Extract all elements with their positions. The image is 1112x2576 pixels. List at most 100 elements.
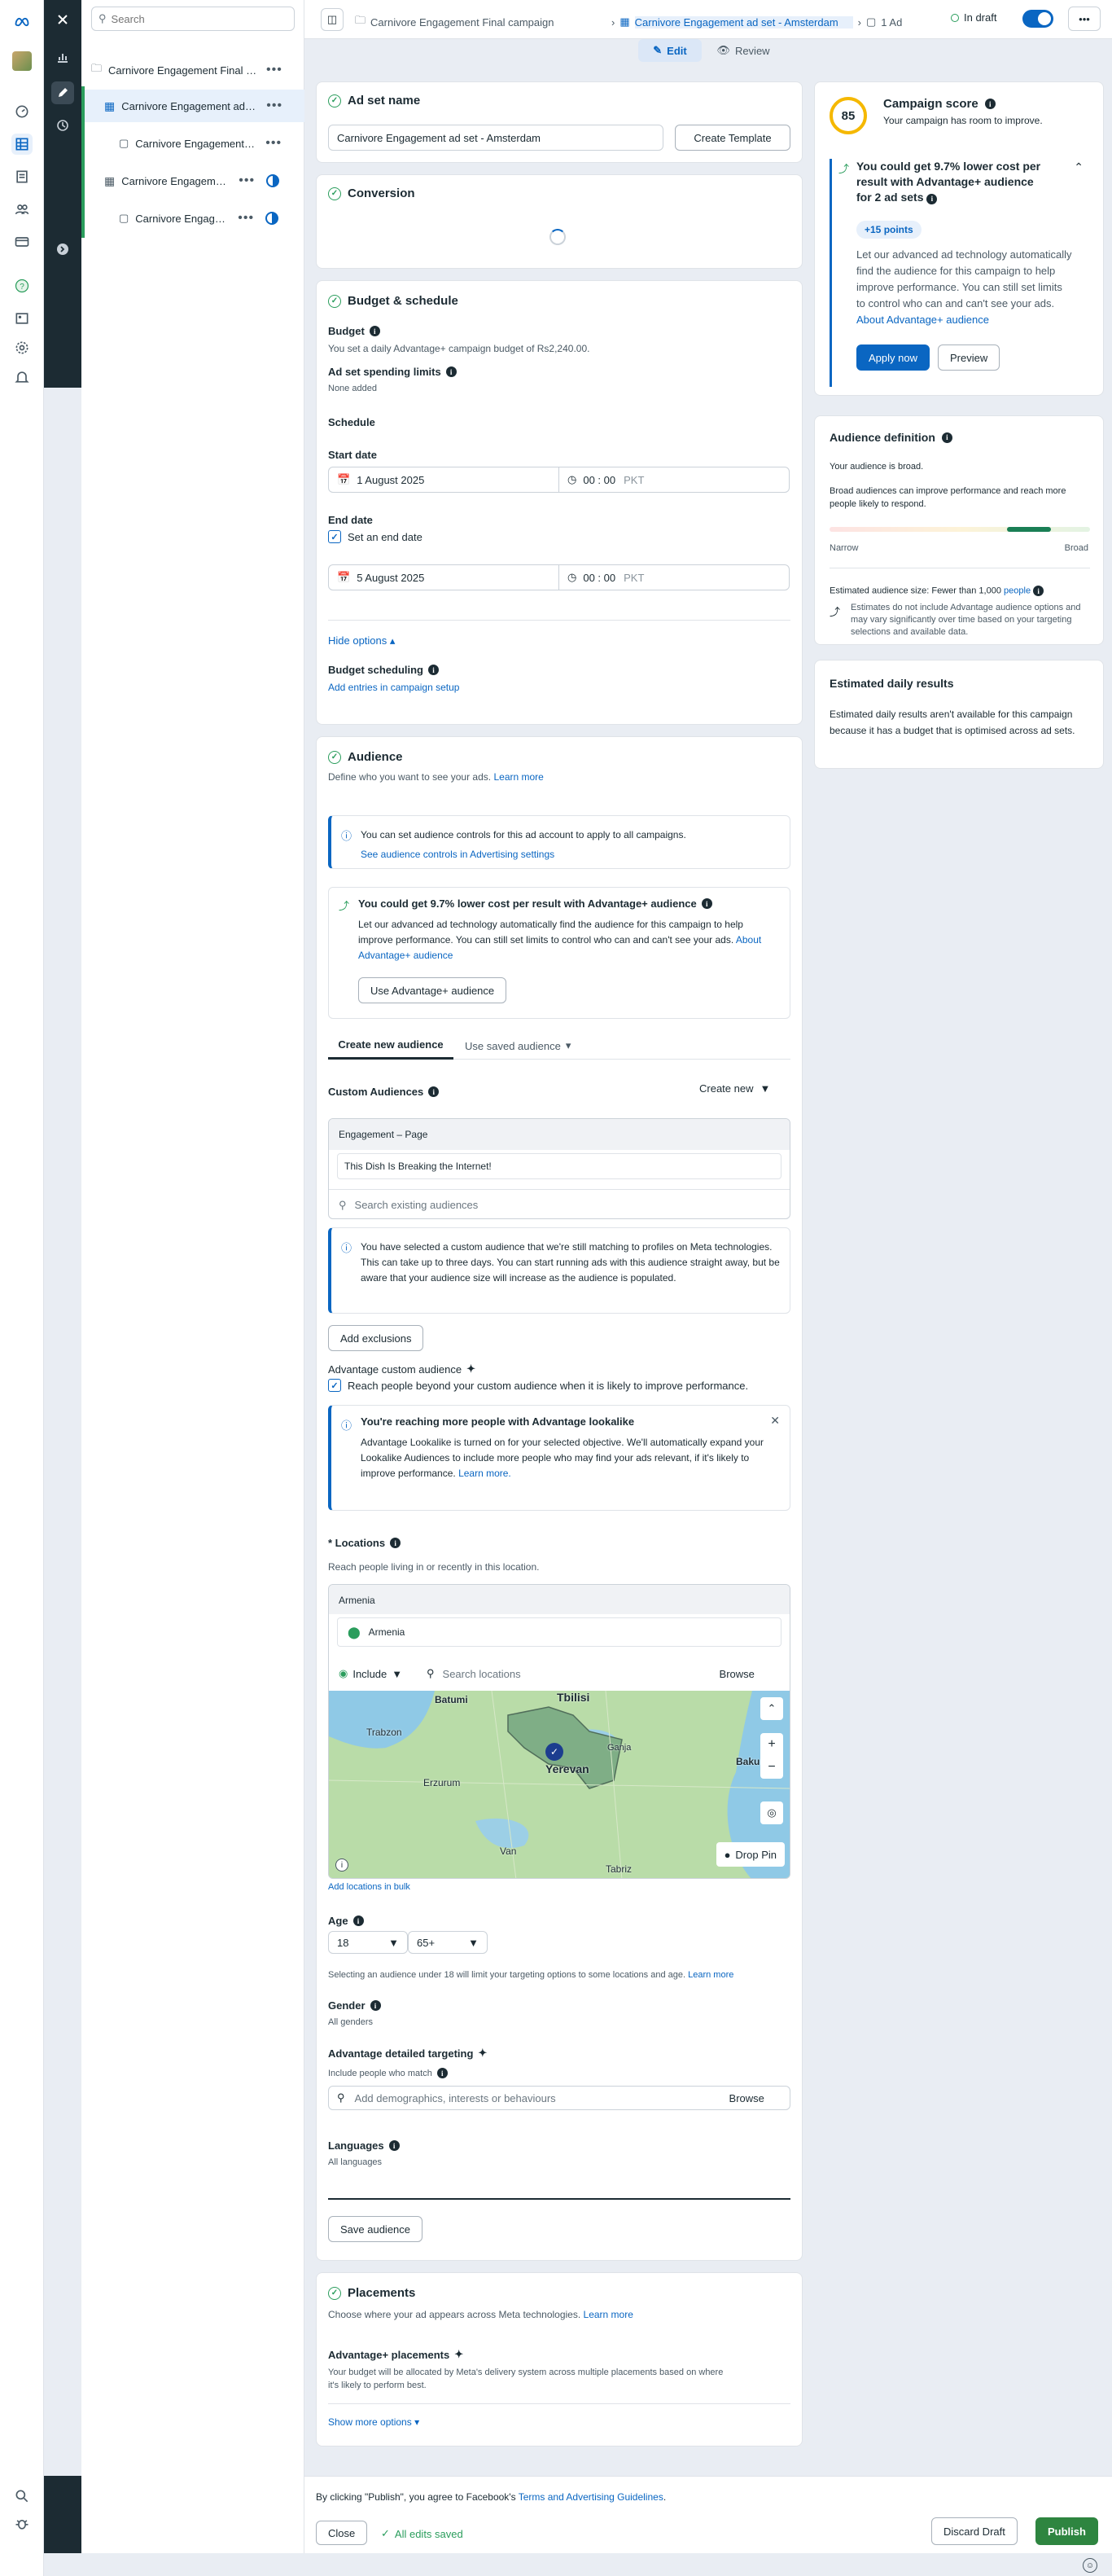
- browse-targeting-button[interactable]: Browse: [729, 2092, 764, 2104]
- tab-create-new-audience[interactable]: Create new audience: [328, 1032, 453, 1060]
- tab-use-saved-audience[interactable]: Use saved audience ▾: [465, 1032, 571, 1060]
- publish-button[interactable]: Publish: [1035, 2517, 1098, 2545]
- toggle-panel-icon[interactable]: ◫: [321, 8, 344, 31]
- age-max-select[interactable]: 65+ ▼: [408, 1931, 488, 1954]
- notifications-icon[interactable]: [11, 366, 33, 388]
- info-icon[interactable]: i: [390, 1538, 401, 1548]
- info-icon[interactable]: i: [984, 99, 996, 109]
- info-icon[interactable]: i: [1033, 586, 1044, 596]
- billing-icon[interactable]: [11, 231, 33, 252]
- info-icon[interactable]: i: [352, 1916, 364, 1926]
- start-date-field[interactable]: 📅 1 August 2025: [328, 467, 559, 493]
- tree-ad2-row[interactable]: ▢ Carnivore Engagement ad •••: [81, 202, 304, 235]
- map-info-icon[interactable]: i: [335, 1858, 348, 1872]
- info-icon[interactable]: i: [428, 1086, 440, 1097]
- more-options-button[interactable]: •••: [1068, 7, 1101, 31]
- ad-library-icon[interactable]: [11, 308, 33, 329]
- terms-link[interactable]: Terms and Advertising Guidelines: [519, 2491, 663, 2503]
- help-icon[interactable]: ?: [11, 275, 33, 296]
- edit-tab[interactable]: ✎ Edit: [638, 39, 702, 62]
- tree-adset2-row[interactable]: ▦ Carnivore Engagement ad set •••: [81, 165, 304, 197]
- collapse-map-icon[interactable]: ⌃: [760, 1697, 783, 1720]
- hide-options-link[interactable]: Hide options ▴: [328, 634, 395, 647]
- edit-pencil-icon[interactable]: [51, 81, 74, 104]
- search-locations-input[interactable]: Search locations: [443, 1668, 720, 1680]
- campaigns-icon[interactable]: [11, 134, 33, 155]
- learn-more-link[interactable]: Learn more: [493, 771, 543, 783]
- detailed-targeting-input[interactable]: ⚲ Add demographics, interests or behaviou…: [328, 2086, 790, 2110]
- learn-more-link[interactable]: Learn more: [584, 2309, 633, 2320]
- info-icon[interactable]: i: [926, 194, 938, 204]
- feedback-icon[interactable]: ☺: [1083, 2558, 1097, 2573]
- info-icon[interactable]: i: [428, 665, 439, 675]
- more-options-icon[interactable]: •••: [266, 99, 282, 113]
- selected-audience-item[interactable]: This Dish Is Breaking the Internet!: [337, 1153, 781, 1179]
- add-locations-bulk-link[interactable]: Add locations in bulk: [328, 1882, 410, 1892]
- expand-icon[interactable]: [51, 238, 74, 261]
- save-audience-button[interactable]: Save audience: [328, 2216, 423, 2242]
- preview-button[interactable]: Preview: [938, 344, 1000, 371]
- add-entries-link[interactable]: Add entries in campaign setup: [328, 682, 459, 693]
- more-options-icon[interactable]: •••: [239, 173, 255, 188]
- info-icon[interactable]: i: [388, 2140, 400, 2151]
- close-icon[interactable]: [51, 8, 74, 31]
- location-item[interactable]: ⬤ Armenia: [337, 1617, 781, 1647]
- account-avatar[interactable]: [11, 50, 33, 72]
- create-new-dropdown[interactable]: Create new ▼: [699, 1082, 770, 1095]
- chevron-up-icon[interactable]: ⌃: [1074, 160, 1084, 174]
- bug-report-icon[interactable]: [11, 2513, 33, 2534]
- info-icon[interactable]: i: [445, 366, 457, 377]
- end-date-field[interactable]: 📅 5 August 2025: [328, 564, 559, 590]
- info-icon[interactable]: i: [369, 326, 380, 336]
- history-icon[interactable]: [51, 114, 74, 137]
- close-button[interactable]: Close: [316, 2521, 368, 2545]
- status-toggle[interactable]: [1022, 10, 1053, 28]
- create-template-button[interactable]: Create Template: [675, 125, 790, 151]
- dashboard-icon[interactable]: [11, 101, 33, 122]
- learn-more-link[interactable]: Learn more: [688, 1970, 733, 1980]
- audiences-icon[interactable]: [11, 199, 33, 220]
- breadcrumb-adset[interactable]: Carnivore Engagement ad set - Amsterdam: [634, 15, 853, 29]
- info-icon[interactable]: i: [701, 898, 712, 909]
- end-time-field[interactable]: ◷ 00 : 00 PKT: [558, 564, 790, 590]
- zoom-out-icon[interactable]: −: [768, 1760, 775, 1775]
- tree-adset-row[interactable]: ▦ Carnivore Engagement ad set - Amsterda…: [81, 90, 304, 122]
- show-more-options-link[interactable]: Show more options ▾: [328, 2416, 419, 2428]
- info-icon[interactable]: i: [370, 2000, 381, 2011]
- reach-beyond-checkbox[interactable]: ✓: [328, 1379, 341, 1392]
- chart-icon[interactable]: [51, 46, 74, 68]
- tree-search-input[interactable]: [111, 12, 274, 25]
- review-tab[interactable]: 👁 Review: [708, 39, 778, 62]
- adset-name-input[interactable]: Carnivore Engagement ad set - Amsterdam: [328, 125, 663, 151]
- more-options-icon[interactable]: •••: [266, 63, 282, 77]
- zoom-in-icon[interactable]: +: [768, 1737, 775, 1752]
- info-icon[interactable]: i: [941, 432, 952, 443]
- settings-icon[interactable]: [11, 337, 33, 358]
- include-dropdown[interactable]: ◉ Include ▼: [329, 1667, 427, 1680]
- search-icon[interactable]: [11, 2486, 33, 2507]
- about-advantage-link[interactable]: About Advantage+ audience: [856, 314, 989, 326]
- more-options-icon[interactable]: •••: [265, 136, 282, 151]
- more-options-icon[interactable]: •••: [238, 211, 254, 226]
- tree-search[interactable]: ⚲: [91, 7, 295, 31]
- discard-draft-button[interactable]: Discard Draft: [931, 2517, 1018, 2545]
- meta-logo-icon[interactable]: [11, 11, 33, 33]
- breadcrumb-ad[interactable]: 1 Ad: [881, 16, 902, 29]
- breadcrumb-campaign[interactable]: Carnivore Engagement Final campaign: [370, 16, 606, 29]
- close-icon[interactable]: ✕: [770, 1414, 780, 1428]
- drop-pin-button[interactable]: ● Drop Pin: [716, 1842, 785, 1867]
- location-map[interactable]: ✓ Tbilisi Batumi Trabzon Ganja Yerevan E…: [329, 1691, 790, 1878]
- locate-icon[interactable]: ◎: [760, 1801, 783, 1824]
- controls-settings-link[interactable]: See audience controls in Advertising set…: [361, 849, 554, 860]
- tree-ad-row[interactable]: ▢ Carnivore Engagement ad •••: [81, 127, 304, 160]
- add-exclusions-button[interactable]: Add exclusions: [328, 1325, 424, 1351]
- set-end-date-checkbox[interactable]: ✓: [328, 530, 341, 543]
- age-min-select[interactable]: 18 ▼: [328, 1931, 408, 1954]
- browse-locations-button[interactable]: Browse: [720, 1668, 755, 1680]
- search-existing-audiences[interactable]: ⚲ Search existing audiences: [329, 1189, 790, 1218]
- start-time-field[interactable]: ◷ 00 : 00 PKT: [558, 467, 790, 493]
- info-icon[interactable]: i: [436, 2068, 448, 2078]
- use-advantage-button[interactable]: Use Advantage+ audience: [358, 977, 507, 1003]
- people-link[interactable]: people: [1004, 586, 1031, 596]
- lookalike-learn-more[interactable]: Learn more.: [458, 1468, 511, 1479]
